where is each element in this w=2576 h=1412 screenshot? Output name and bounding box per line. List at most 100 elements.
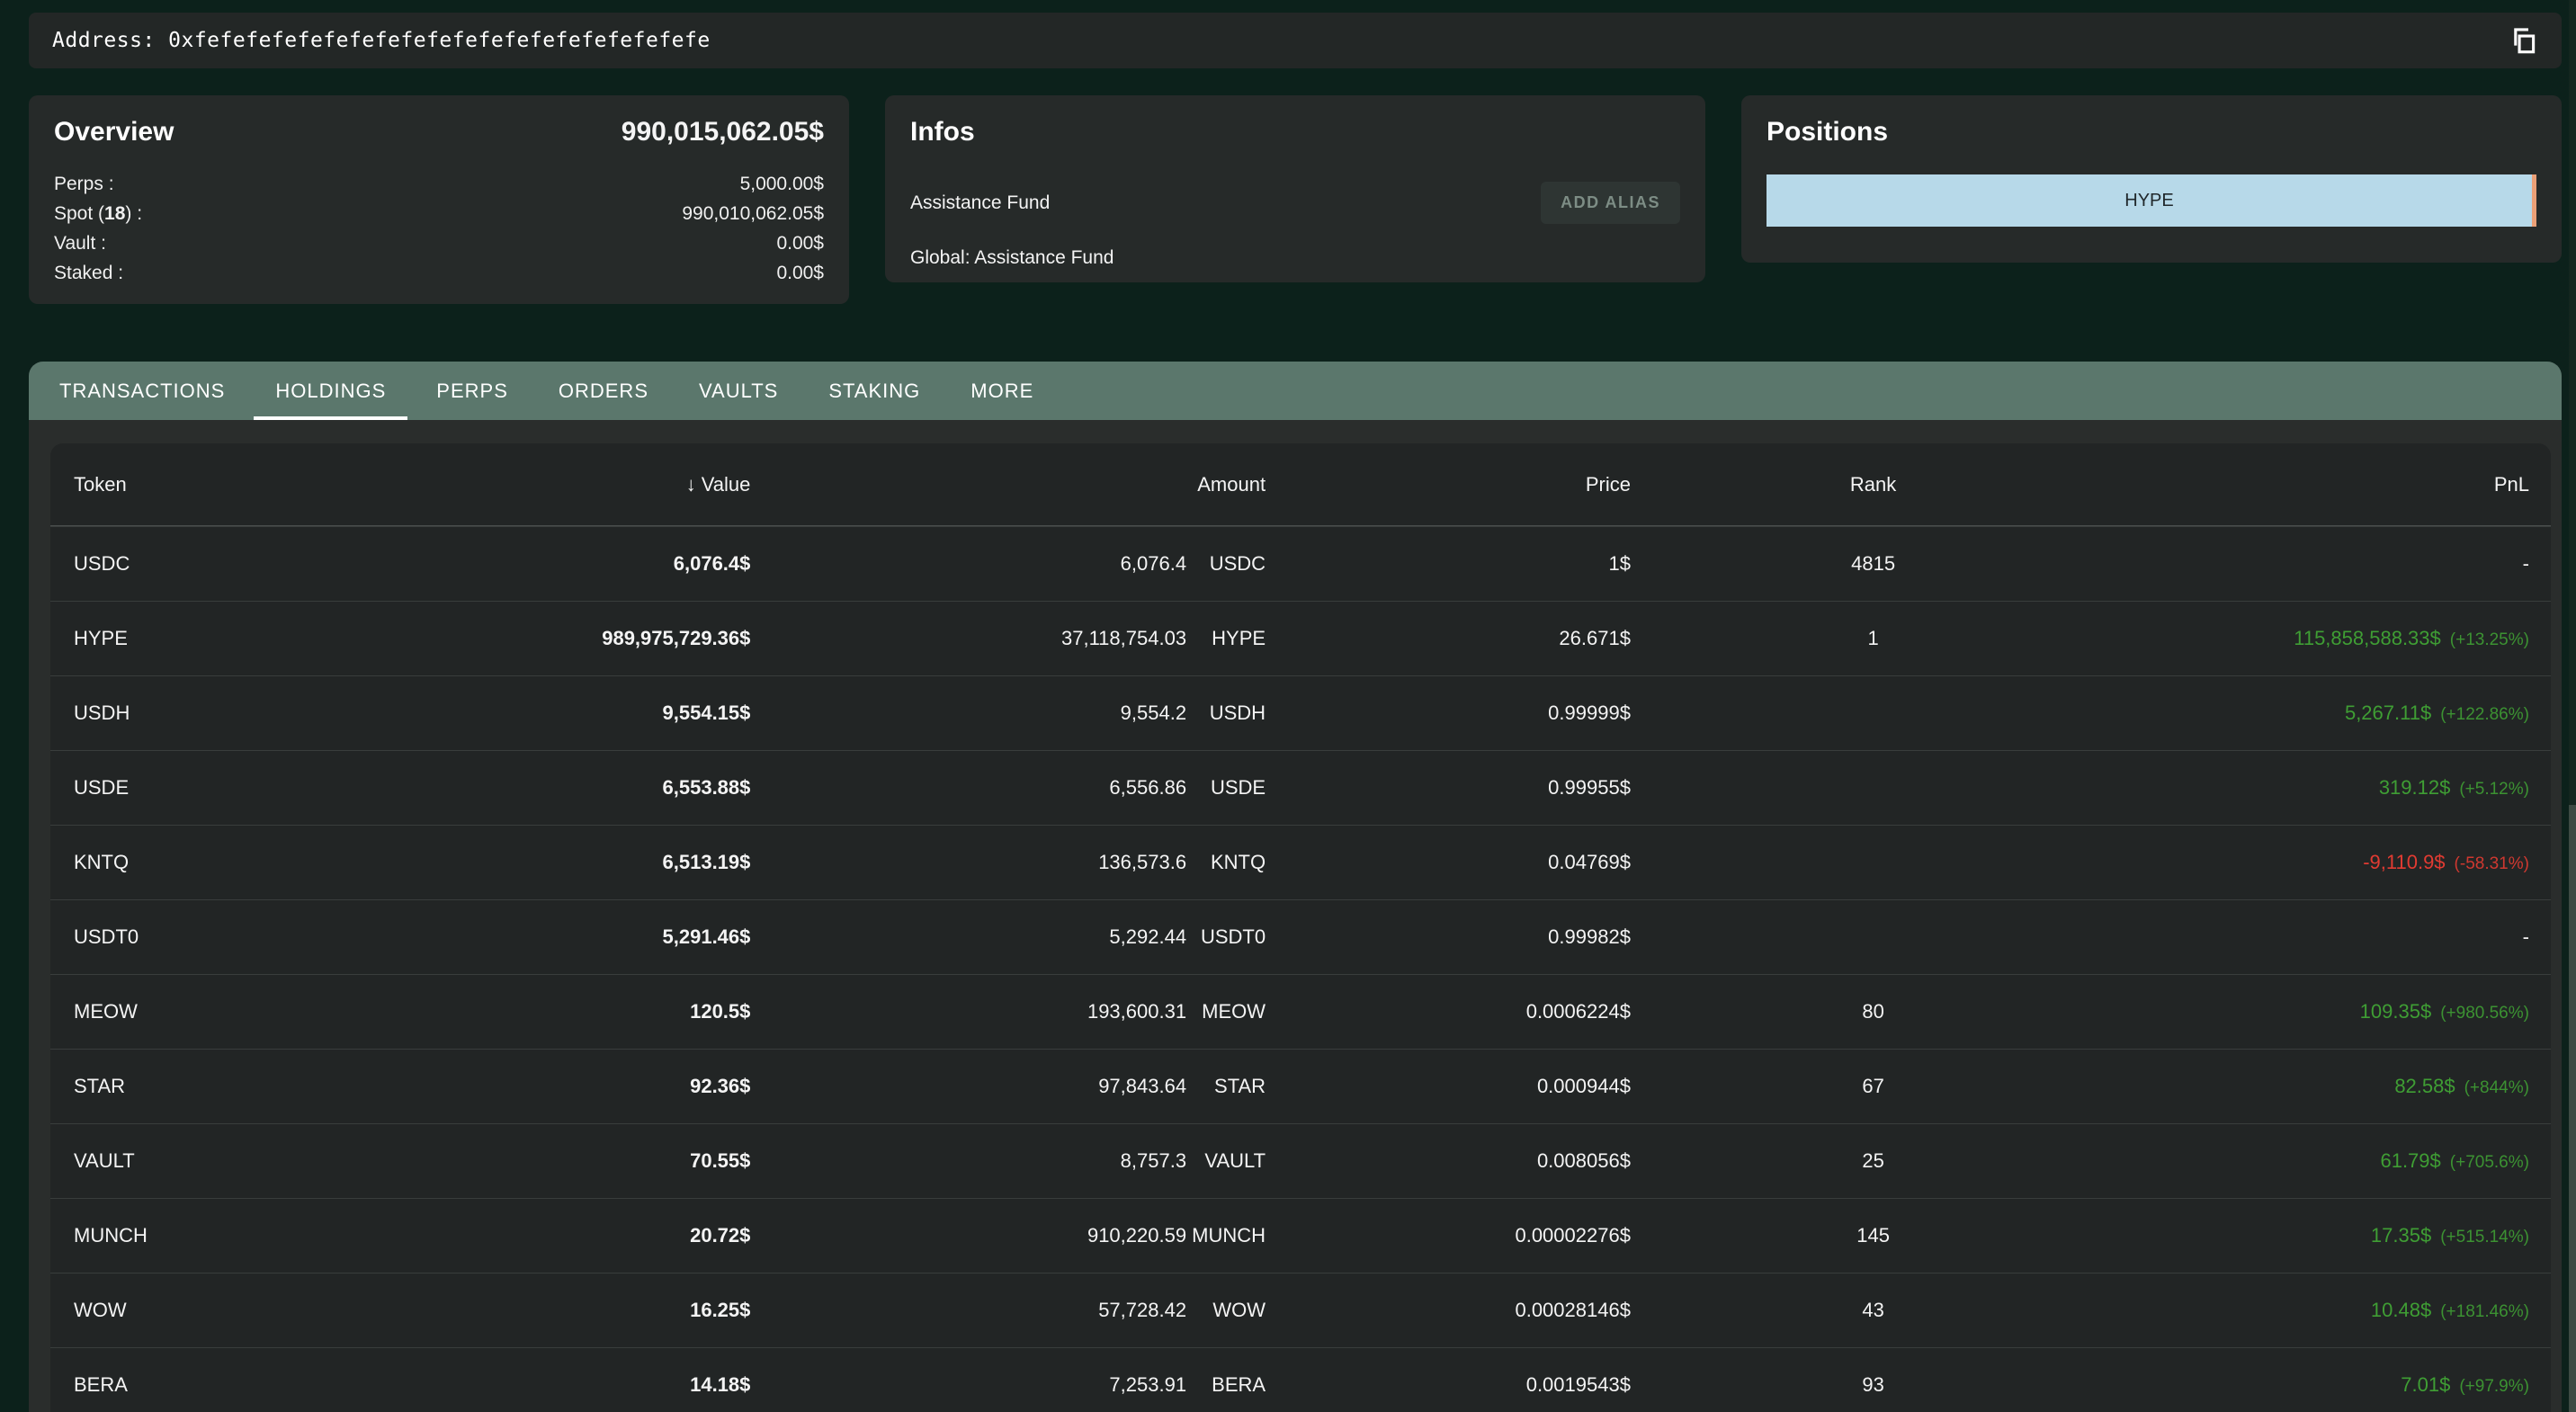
overview-row: Spot (18) : 990,010,062.05$ (54, 199, 824, 228)
tab-label: PERPS (436, 380, 508, 403)
table-row-wow[interactable]: WOW 16.25$ 57,728.42 WOW 0.00028146$ 43 … (50, 1273, 2551, 1347)
amount-symbol: USDH (1186, 702, 1266, 725)
summary-cards-row: Overview 990,015,062.05$ Perps : 5,000.0… (29, 95, 2562, 304)
value-cell: 5,291.46$ (375, 925, 750, 949)
rank-cell: 25 (1631, 1149, 2115, 1173)
table-row-kntq[interactable]: KNTQ 6,513.19$ 136,573.6 KNTQ 0.04769$ -… (50, 825, 2551, 899)
infos-card: Infos Assistance Fund ADD ALIAS Global: … (885, 95, 1705, 282)
token-cell: BERA (50, 1373, 375, 1397)
table-row-usde[interactable]: USDE 6,553.88$ 6,556.86 USDE 0.99955$ 31… (50, 750, 2551, 825)
price-cell: 0.00028146$ (1266, 1299, 1631, 1322)
amount-number: 57,728.42 (1098, 1299, 1186, 1322)
pnl-value: 82.58$ (2394, 1075, 2455, 1097)
pnl-percent: (+705.6%) (2450, 1153, 2529, 1172)
tab-vaults[interactable]: VAULTS (677, 362, 800, 420)
scrollbar[interactable] (2569, 0, 2576, 1412)
amount-number: 6,076.4 (1121, 552, 1186, 576)
price-cell: 26.671$ (1266, 627, 1631, 650)
table-row-vault[interactable]: VAULT 70.55$ 8,757.3 VAULT 0.008056$ 25 … (50, 1123, 2551, 1198)
pnl-percent: (+5.12%) (2459, 780, 2529, 799)
table-row-usdc[interactable]: USDC 6,076.4$ 6,076.4 USDC 1$ 4815 - (50, 526, 2551, 601)
amount-number: 5,292.44 (1109, 925, 1186, 949)
pnl-percent: (-58.31%) (2455, 854, 2529, 873)
column-header-pnl[interactable]: PnL (2115, 473, 2551, 496)
rank-cell: 1 (1631, 627, 2115, 650)
table-row-usdt0[interactable]: USDT0 5,291.46$ 5,292.44 USDT0 0.99982$ … (50, 899, 2551, 974)
pnl-value: 109.35$ (2360, 1000, 2432, 1023)
overview-row-label: Staked : (54, 258, 123, 288)
column-header-price[interactable]: Price (1266, 473, 1631, 496)
token-cell: USDC (50, 552, 375, 576)
pnl-cell: 109.35$(+980.56%) (2115, 1000, 2551, 1023)
pnl-percent: (+13.25%) (2450, 630, 2529, 649)
overview-title: Overview (54, 117, 174, 147)
amount-cell: 6,556.86 USDE (750, 776, 1266, 800)
table-body: USDC 6,076.4$ 6,076.4 USDC 1$ 4815 - HYP… (50, 526, 2551, 1412)
global-alias: Global: Assistance Fund (910, 247, 1680, 269)
positions-card: Positions HYPE (1741, 95, 2562, 263)
pnl-cell: - (2115, 925, 2551, 949)
value-cell: 92.36$ (375, 1075, 750, 1098)
rank-cell: 4815 (1631, 552, 2115, 576)
rank-cell: 43 (1631, 1299, 2115, 1322)
pnl-value: - (2523, 925, 2529, 948)
position-segment-other[interactable] (2532, 174, 2536, 227)
column-header-token[interactable]: Token (50, 473, 375, 496)
token-cell: STAR (50, 1075, 375, 1098)
amount-symbol: MEOW (1186, 1000, 1266, 1023)
table-row-bera[interactable]: BERA 14.18$ 7,253.91 BERA 0.0019543$ 93 … (50, 1347, 2551, 1412)
amount-symbol: STAR (1186, 1075, 1266, 1098)
amount-cell: 6,076.4 USDC (750, 552, 1266, 576)
table-row-usdh[interactable]: USDH 9,554.15$ 9,554.2 USDH 0.99999$ 5,2… (50, 675, 2551, 750)
overview-rows: Perps : 5,000.00$ Spot (18) : 990,010,06… (54, 169, 824, 288)
add-alias-button[interactable]: ADD ALIAS (1541, 182, 1680, 224)
page: Address: 0xfefefefefefefefefefefefefefef… (0, 0, 2576, 1412)
amount-cell: 910,220.59 MUNCH (750, 1224, 1266, 1247)
position-segment-hype[interactable]: HYPE (1767, 174, 2532, 227)
token-cell: MUNCH (50, 1224, 375, 1247)
overview-row-value: 5,000.00$ (740, 169, 824, 199)
tab-transactions[interactable]: TRANSACTIONS (38, 362, 246, 420)
pnl-cell: 319.12$(+5.12%) (2115, 776, 2551, 800)
column-header-amount[interactable]: Amount (750, 473, 1266, 496)
tab-label: TRANSACTIONS (59, 380, 225, 403)
holdings-table: Token ↓Value Amount Price Rank PnL USDC … (50, 443, 2551, 1412)
copy-address-button[interactable] (2502, 19, 2545, 62)
value-cell: 20.72$ (375, 1224, 750, 1247)
overview-row: Perps : 5,000.00$ (54, 169, 824, 199)
value-cell: 9,554.15$ (375, 702, 750, 725)
tab-staking[interactable]: STAKING (807, 362, 942, 420)
pnl-cell: - (2115, 552, 2551, 576)
table-row-munch[interactable]: MUNCH 20.72$ 910,220.59 MUNCH 0.00002276… (50, 1198, 2551, 1273)
pnl-cell: 5,267.11$(+122.86%) (2115, 702, 2551, 725)
tab-label: MORE (970, 380, 1033, 403)
pnl-value: 115,858,588.33$ (2294, 627, 2441, 649)
amount-number: 6,556.86 (1109, 776, 1186, 800)
address-value: 0xfefefefefefefefefefefefefefefefefefefe… (168, 29, 711, 52)
value-cell: 6,076.4$ (375, 552, 750, 576)
price-cell: 1$ (1266, 552, 1631, 576)
column-header-value[interactable]: ↓Value (375, 473, 750, 496)
table-row-hype[interactable]: HYPE 989,975,729.36$ 37,118,754.03 HYPE … (50, 601, 2551, 675)
pnl-value: 17.35$ (2371, 1224, 2431, 1247)
price-cell: 0.0019543$ (1266, 1373, 1631, 1397)
amount-number: 9,554.2 (1121, 702, 1186, 725)
tab-perps[interactable]: PERPS (415, 362, 530, 420)
tab-more[interactable]: MORE (949, 362, 1055, 420)
price-cell: 0.008056$ (1266, 1149, 1631, 1173)
tab-holdings[interactable]: HOLDINGS (254, 362, 407, 420)
amount-symbol: WOW (1186, 1299, 1266, 1322)
table-row-meow[interactable]: MEOW 120.5$ 193,600.31 MEOW 0.0006224$ 8… (50, 974, 2551, 1049)
amount-cell: 97,843.64 STAR (750, 1075, 1266, 1098)
value-cell: 70.55$ (375, 1149, 750, 1173)
table-row-star[interactable]: STAR 92.36$ 97,843.64 STAR 0.000944$ 67 … (50, 1049, 2551, 1123)
scrollbar-thumb[interactable] (2569, 805, 2576, 1412)
tab-orders[interactable]: ORDERS (537, 362, 670, 420)
token-cell: MEOW (50, 1000, 375, 1023)
pnl-cell: 115,858,588.33$ (+13.25%) (2115, 627, 2551, 650)
column-header-rank[interactable]: Rank (1631, 473, 2115, 496)
pnl-value: 5,267.11$ (2345, 702, 2431, 724)
amount-cell: 7,253.91 BERA (750, 1373, 1266, 1397)
amount-symbol: USDT0 (1186, 925, 1266, 949)
infos-title: Infos (910, 117, 1680, 147)
